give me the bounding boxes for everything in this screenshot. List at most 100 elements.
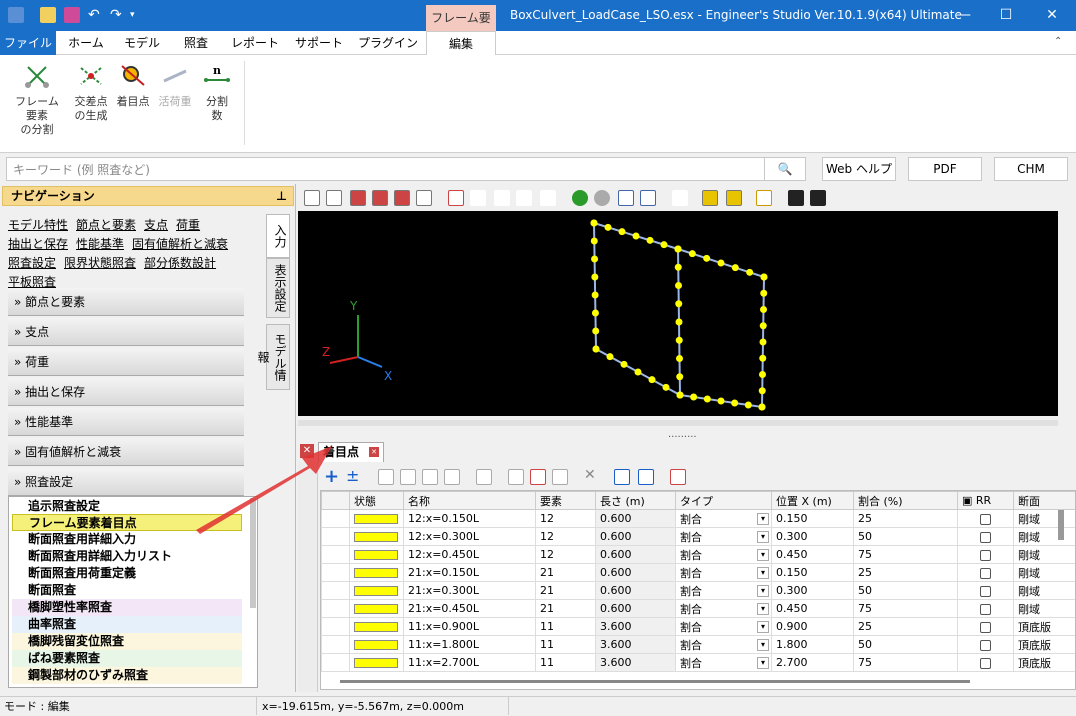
link-nodes-elements[interactable]: 節点と要素: [76, 218, 136, 232]
table-row[interactable]: 21:x=0.450L 21 0.600 割合 ▾ 0.450 75 剛域: [321, 599, 1075, 618]
accordion-performance[interactable]: » 性能基準: [8, 408, 244, 436]
table-row[interactable]: 11:x=0.900L 11 3.600 割合 ▾ 0.900 25 頂底版: [321, 617, 1075, 636]
tab-check[interactable]: 照査: [172, 31, 220, 55]
cell-element[interactable]: 11: [540, 620, 554, 633]
sub-item[interactable]: ばね要素照査: [12, 650, 242, 667]
cell-type[interactable]: 割合: [680, 531, 702, 544]
link-check-settings[interactable]: 照査設定: [8, 256, 56, 270]
cube-iso-icon[interactable]: [416, 190, 432, 206]
rr-checkbox[interactable]: [980, 657, 991, 669]
rr-checkbox[interactable]: [980, 549, 991, 561]
cell-section[interactable]: 剛域: [1018, 585, 1040, 598]
copy-icon[interactable]: [508, 469, 524, 485]
minimize-button[interactable]: —: [944, 4, 984, 26]
cube-front-icon[interactable]: [350, 190, 366, 206]
vtab-input[interactable]: 入力: [266, 214, 290, 258]
undo-icon[interactable]: ↶: [88, 7, 104, 23]
header-section[interactable]: 断面: [1013, 491, 1075, 510]
select-cross-icon[interactable]: [726, 190, 742, 206]
web-help-button[interactable]: Web ヘルプ: [822, 157, 896, 181]
tab-support[interactable]: サポート: [290, 31, 348, 55]
accordion-loads[interactable]: » 荷重: [8, 348, 244, 376]
back-icon[interactable]: [572, 190, 588, 206]
link-supports[interactable]: 支点: [144, 218, 168, 232]
header-name[interactable]: 名称: [403, 491, 536, 510]
pin-icon[interactable]: ⊥: [276, 187, 287, 205]
select-box-icon[interactable]: [702, 190, 718, 206]
cell-name[interactable]: 21:x=0.450L: [408, 602, 479, 615]
pointer-icon[interactable]: [672, 190, 688, 206]
table-row[interactable]: 11:x=2.700L 11 3.600 割合 ▾ 2.700 75 頂底版: [321, 653, 1075, 672]
divide-frame-element-button[interactable]: フレーム要素 の分割: [12, 63, 62, 137]
export-icon[interactable]: [670, 469, 686, 485]
pan-icon[interactable]: [494, 190, 510, 206]
cell-ratio[interactable]: 75: [858, 602, 872, 615]
cell-position[interactable]: 0.900: [776, 620, 808, 633]
row-header[interactable]: [321, 653, 350, 672]
save-icon[interactable]: [64, 7, 80, 23]
row-header[interactable]: [321, 545, 350, 564]
delete-icon[interactable]: ✕: [584, 467, 596, 483]
maximize-button[interactable]: ☐: [986, 4, 1026, 26]
chevron-down-icon[interactable]: ▾: [757, 638, 769, 651]
cell-ratio[interactable]: 25: [858, 512, 872, 525]
redo-icon[interactable]: ↷: [110, 7, 126, 23]
shot-icon[interactable]: [618, 190, 634, 206]
row-header[interactable]: [321, 581, 350, 600]
fit-rows-icon[interactable]: [638, 469, 654, 485]
chevron-down-icon[interactable]: ▾: [757, 566, 769, 579]
accordion-supports[interactable]: » 支点: [8, 318, 244, 346]
pdf-button[interactable]: PDF: [908, 157, 982, 181]
cell-ratio[interactable]: 50: [858, 638, 872, 651]
cell-section[interactable]: 剛域: [1018, 603, 1040, 616]
close-button[interactable]: ✕: [1032, 4, 1072, 26]
sub-item[interactable]: 断面照査用詳細入力リスト: [12, 548, 242, 565]
cell-element[interactable]: 21: [540, 602, 554, 615]
accordion-nodes[interactable]: » 節点と要素: [8, 288, 244, 316]
cell-name[interactable]: 11:x=2.700L: [408, 656, 479, 669]
table-row[interactable]: 12:x=0.150L 12 0.600 割合 ▾ 0.150 25 剛域: [321, 509, 1075, 528]
header-element[interactable]: 要素: [535, 491, 596, 510]
cell-element[interactable]: 21: [540, 584, 554, 597]
cube-top-icon[interactable]: [394, 190, 410, 206]
sub-item[interactable]: 鋼製部材のひずみ照査: [12, 667, 242, 684]
camera-icon[interactable]: [788, 190, 804, 206]
customize-qat-icon[interactable]: ▾: [130, 7, 146, 23]
cell-type[interactable]: 割合: [680, 657, 702, 670]
chevron-down-icon[interactable]: ▾: [757, 530, 769, 543]
chevron-down-icon[interactable]: ▾: [757, 656, 769, 669]
cell-name[interactable]: 21:x=0.150L: [408, 566, 479, 579]
tab-model[interactable]: モデル: [116, 31, 168, 55]
camera-settings-icon[interactable]: [810, 190, 826, 206]
sort-icon[interactable]: [476, 469, 492, 485]
new-file-icon[interactable]: [40, 7, 56, 23]
cell-position[interactable]: 0.300: [776, 584, 808, 597]
header-length[interactable]: 長さ (m): [595, 491, 676, 510]
cell-element[interactable]: 12: [540, 530, 554, 543]
cell-ratio[interactable]: 50: [858, 584, 872, 597]
sub-item[interactable]: 橋脚塑性率照査: [12, 599, 242, 616]
link-performance[interactable]: 性能基準: [76, 237, 124, 251]
sub-item[interactable]: 断面照査用荷重定義: [12, 565, 242, 582]
link-extract-save[interactable]: 抽出と保存: [8, 237, 68, 251]
link-slab-check[interactable]: 平板照査: [8, 275, 56, 289]
cell-type[interactable]: 割合: [680, 621, 702, 634]
table-row[interactable]: 12:x=0.300L 12 0.600 割合 ▾ 0.300 50 剛域: [321, 527, 1075, 546]
grid-hscroll[interactable]: [340, 680, 970, 683]
move-down-icon[interactable]: [400, 469, 416, 485]
cell-section[interactable]: 剛域: [1018, 531, 1040, 544]
info-icon[interactable]: [640, 190, 656, 206]
table-row[interactable]: 12:x=0.450L 12 0.600 割合 ▾ 0.450 75 剛域: [321, 545, 1075, 564]
fit-view-icon[interactable]: [304, 190, 320, 206]
search-button[interactable]: 🔍: [764, 157, 806, 181]
list-icon[interactable]: [444, 469, 460, 485]
cell-type[interactable]: 割合: [680, 585, 702, 598]
header-status[interactable]: 状態: [349, 491, 404, 510]
header-type[interactable]: タイプ: [675, 491, 772, 510]
cell-section[interactable]: 頂底版: [1018, 621, 1051, 634]
cell-name[interactable]: 11:x=1.800L: [408, 638, 479, 651]
link-loads[interactable]: 荷重: [176, 218, 200, 232]
cell-position[interactable]: 2.700: [776, 656, 808, 669]
table-row[interactable]: 11:x=1.800L 11 3.600 割合 ▾ 1.800 50 頂底版: [321, 635, 1075, 654]
move-bottom-icon[interactable]: [422, 469, 438, 485]
